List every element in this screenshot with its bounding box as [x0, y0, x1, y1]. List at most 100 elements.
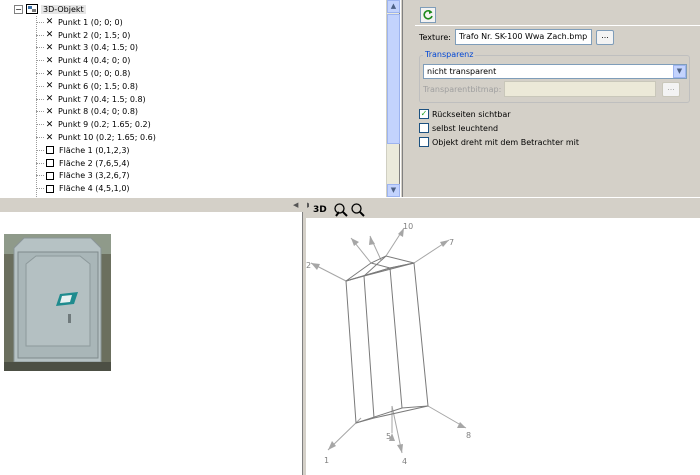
tree-item-label: Fläche 3 (3,2,6,7): [59, 171, 130, 181]
tree-item-label: Punkt 7 (0.4; 1.5; 0.8): [58, 94, 146, 104]
point-x-icon: ✕: [45, 68, 54, 79]
tree-item-face[interactable]: Fläche 4 (4,5,1,0): [36, 182, 130, 195]
point-number-label: 2: [306, 261, 311, 270]
object-tree: − 3D-Objekt ✕ Punkt 1 (0; 0; 0) ✕ Punkt 2 (…: [0, 0, 385, 197]
tree-connector: [36, 60, 44, 62]
tree-connector: [36, 111, 44, 113]
tree-item-label: Punkt 1 (0; 0; 0): [58, 17, 123, 27]
texture-preview-panel: [0, 212, 303, 475]
tree-item-point[interactable]: ✕ Punkt 8 (0.4; 0; 0.8): [36, 106, 138, 119]
bitmap-browse-button: ...: [662, 82, 680, 97]
collapse-icon[interactable]: −: [14, 4, 23, 14]
wireframe-canvas[interactable]: 1 2 4 5 7 8 10: [306, 218, 700, 475]
point-number-label: 1: [324, 456, 329, 465]
tree-item-point[interactable]: ✕ Punkt 7 (0.4; 1.5; 0.8): [36, 93, 146, 106]
tree-root-label: 3D-Objekt: [41, 4, 86, 14]
backface-option[interactable]: ✓ Rückseiten sichtbar: [419, 109, 511, 119]
tree-item-point[interactable]: ✕ Punkt 9 (0.2; 1.65; 0.2): [36, 118, 151, 131]
transformer-cabinet-image: [4, 234, 111, 371]
self-lit-checkbox[interactable]: [419, 123, 429, 133]
billboard-option[interactable]: Objekt dreht mit dem Betrachter mit: [419, 137, 579, 147]
tree-item-face[interactable]: Fläche 2 (7,6,5,4): [36, 157, 130, 170]
tree-item-label: Punkt 4 (0.4; 0; 0): [58, 56, 131, 66]
tree-connector: [36, 98, 44, 100]
collapse-left-icon[interactable]: ◀: [293, 201, 298, 209]
tree-scrollbar[interactable]: ▲ ▼: [386, 0, 400, 197]
backface-checkbox[interactable]: ✓: [419, 109, 429, 119]
chevron-down-icon[interactable]: ▼: [673, 65, 686, 78]
tree-item-label: Punkt 8 (0.4; 0; 0.8): [58, 107, 139, 117]
billboard-checkbox[interactable]: [419, 137, 429, 147]
backface-label: Rückseiten sichtbar: [432, 109, 511, 119]
tree-item-label: Fläche 2 (7,6,5,4): [59, 158, 130, 168]
self-lit-label: selbst leuchtend: [432, 123, 499, 133]
tree-item-face[interactable]: Fläche 1 (0,1,2,3): [36, 144, 130, 157]
point-x-icon: ✕: [45, 17, 54, 28]
tree-item-point[interactable]: ✕ Punkt 5 (0; 0; 0.8): [36, 67, 130, 80]
transparency-group-title: Transparenz: [423, 50, 476, 59]
object-tree-panel: − 3D-Objekt ✕ Punkt 1 (0; 0; 0) ✕ Punkt 2 (…: [0, 0, 400, 197]
tree-connector: [36, 137, 44, 139]
scroll-thumb[interactable]: [387, 14, 400, 144]
tree-connector: [36, 21, 44, 23]
3d-object-icon: [26, 4, 38, 14]
transparency-select[interactable]: nicht transparent ▼: [423, 64, 687, 79]
point-number-label: 5: [386, 432, 391, 441]
refresh-button[interactable]: [420, 7, 436, 23]
scroll-up-icon[interactable]: ▲: [387, 0, 400, 13]
tree-item-point[interactable]: ✕ Punkt 1 (0; 0; 0): [36, 16, 123, 29]
face-square-icon: [46, 159, 54, 168]
tree-item-point[interactable]: ✕ Punkt 10 (0.2; 1.65; 0.6): [36, 131, 156, 144]
tree-root-3d-object[interactable]: − 3D-Objekt: [14, 3, 86, 15]
view3d-mode-button[interactable]: 3D: [313, 205, 327, 215]
tree-connector: [36, 188, 44, 190]
transparency-selected-value: nicht transparent: [427, 67, 497, 76]
scroll-down-icon[interactable]: ▼: [387, 184, 400, 197]
point-number-label: 7: [449, 238, 454, 247]
point-x-icon: ✕: [45, 94, 54, 105]
face-square-icon: [46, 184, 54, 193]
tree-item-point[interactable]: ✕ Punkt 2 (0; 1.5; 0): [36, 29, 130, 42]
tree-item-label: Punkt 3 (0.4; 1.5; 0): [58, 43, 139, 53]
point-x-icon: ✕: [45, 81, 54, 92]
tree-item-label: Fläche 1 (0,1,2,3): [59, 145, 130, 155]
tree-connector: [36, 47, 44, 49]
point-x-icon: ✕: [45, 30, 54, 41]
point-number-label: 8: [466, 431, 471, 440]
point-number-label: 10: [403, 222, 413, 231]
refresh-icon: [423, 10, 433, 20]
tree-item-point[interactable]: ✕ Punkt 6 (0; 1.5; 0.8): [36, 80, 138, 93]
zoom-in-icon[interactable]: [333, 202, 349, 218]
tree-item-point[interactable]: ✕ Punkt 4 (0.4; 0; 0): [36, 54, 130, 67]
tree-item-point[interactable]: ✕ Punkt 3 (0.4; 1.5; 0): [36, 42, 138, 55]
tree-connector: [36, 85, 44, 87]
transparent-bitmap-label: Transparentbitmap:: [423, 85, 502, 94]
transparent-bitmap-field: [504, 81, 656, 97]
tree-item-label: Punkt 10 (0.2; 1.65; 0.6): [58, 133, 156, 143]
tree-connector: [36, 149, 44, 151]
point-x-icon: ✕: [45, 55, 54, 66]
tree-connector: [36, 73, 44, 75]
view3d-toolbar: 3D: [309, 200, 700, 220]
zoom-out-icon[interactable]: [350, 202, 366, 218]
point-x-icon: ✕: [45, 106, 54, 117]
texture-label: Texture:: [419, 33, 451, 42]
view3d-panel[interactable]: 1 2 4 5 7 8 10: [306, 218, 700, 475]
point-number-label: 4: [402, 457, 407, 466]
billboard-label: Objekt dreht mit dem Betrachter mit: [432, 137, 579, 147]
face-square-icon: [46, 171, 54, 180]
tree-item-label: Fläche 4 (4,5,1,0): [59, 184, 130, 194]
toolbar-separator: [415, 25, 700, 26]
face-square-icon: [46, 146, 54, 155]
tree-item-label: Punkt 2 (0; 1.5; 0): [58, 30, 131, 40]
tree-connector: [36, 162, 44, 164]
texture-browse-button[interactable]: ...: [596, 30, 614, 45]
texture-field[interactable]: Trafo Nr. SK-100 Wwa Zach.bmp: [455, 29, 592, 45]
self-lit-option[interactable]: selbst leuchtend: [419, 123, 498, 133]
properties-panel: Texture: Trafo Nr. SK-100 Wwa Zach.bmp .…: [403, 0, 700, 197]
tree-item-face[interactable]: Fläche 3 (3,2,6,7): [36, 170, 130, 183]
tree-item-label: Punkt 9 (0.2; 1.65; 0.2): [58, 120, 151, 130]
tree-item-label: Punkt 6 (0; 1.5; 0.8): [58, 81, 139, 91]
tree-connector: [36, 175, 44, 177]
tree-connector: [36, 34, 44, 36]
